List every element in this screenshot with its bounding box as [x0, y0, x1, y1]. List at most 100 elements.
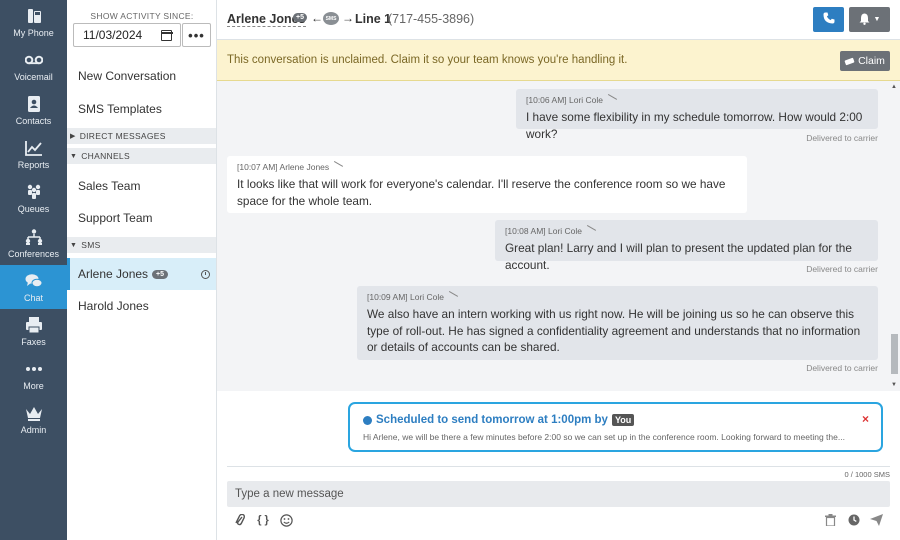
nav-label: Voicemail: [14, 71, 53, 82]
caret-right-icon: ▶: [70, 133, 76, 140]
sms-character-counter: 0 / 1000 SMS: [844, 470, 890, 479]
nav-label: My Phone: [13, 27, 54, 38]
nav-label: More: [23, 381, 44, 392]
nav-rail: My Phone Voicemail Contacts Reports Queu…: [0, 0, 67, 540]
calendar-icon[interactable]: [160, 30, 173, 41]
channel-item-sales-team[interactable]: Sales Team: [67, 170, 216, 202]
message-meta: [10:08 AM] Lori Cole: [505, 226, 583, 236]
sms-icon: SMS: [323, 12, 339, 25]
scroll-down-icon[interactable]: ▼: [891, 382, 897, 388]
line-chart-icon: [23, 139, 45, 157]
emoji-icon[interactable]: [279, 513, 293, 527]
people-group-icon: [23, 183, 45, 201]
unclaimed-banner: This conversation is unclaimed. Claim it…: [217, 40, 900, 81]
line-label: Line 1: [355, 12, 392, 26]
ellipsis-icon: [23, 360, 45, 378]
handshake-icon: [844, 57, 855, 65]
no-signal-icon: [445, 290, 459, 303]
section-label: CHANNELS: [81, 151, 130, 161]
chat-bubbles-icon: [23, 272, 45, 290]
send-icon[interactable]: [869, 513, 883, 527]
crown-icon: [23, 404, 45, 422]
caret-down-icon: ▼: [70, 241, 78, 249]
nav-label: Chat: [23, 292, 43, 303]
clock-icon: [363, 415, 372, 425]
scheduled-preview: Hi Arlene, we will be there a few minute…: [363, 432, 845, 442]
nav-conferences[interactable]: Conferences: [0, 221, 67, 265]
phone-handset-icon: [23, 7, 45, 25]
cancel-scheduled-icon[interactable]: ×: [862, 412, 869, 426]
section-sms[interactable]: ▼ SMS: [67, 237, 216, 253]
message-meta: [10:06 AM] Lori Cole: [526, 95, 604, 105]
notifications-dropdown-button[interactable]: ▼: [849, 7, 890, 32]
message-meta: [10:09 AM] Lori Cole: [367, 292, 445, 302]
message-input[interactable]: [227, 481, 890, 507]
scheduled-by-badge: You: [611, 414, 635, 426]
conversation-header: Arlene Jones +5 ← SMS → Line 1 (717-455-…: [217, 0, 900, 40]
delivery-status: Delivered to carrier: [806, 264, 878, 274]
nav-chat[interactable]: Chat: [0, 265, 67, 310]
bell-icon: [859, 13, 870, 27]
no-signal-icon: [604, 93, 618, 106]
section-channels[interactable]: ▼ CHANNELS: [67, 148, 216, 164]
nav-queues[interactable]: Queues: [0, 177, 67, 221]
claim-label: Claim: [858, 55, 885, 67]
section-label: DIRECT MESSAGES: [79, 131, 166, 141]
claim-button[interactable]: Claim: [840, 51, 890, 71]
message-text: We also have an intern working with us r…: [367, 307, 861, 354]
sms-templates-link[interactable]: SMS Templates: [67, 94, 216, 124]
scheduled-clock-icon: [201, 269, 210, 279]
scroll-up-icon[interactable]: ▲: [891, 84, 897, 90]
nav-reports[interactable]: Reports: [0, 133, 67, 177]
sms-item-arlene-jones[interactable]: Arlene Jones +5: [67, 258, 216, 290]
arrow-right-icon: →: [342, 11, 354, 25]
caret-down-icon: ▼: [70, 152, 78, 160]
nav-label: Admin: [20, 425, 47, 436]
caret-down-icon: ▼: [873, 16, 881, 23]
message-thread[interactable]: [10:06 AM] Lori Cole I have some flexibi…: [217, 81, 900, 391]
message-bubble-outgoing: [10:09 AM] Lori Cole We also have an int…: [357, 286, 878, 360]
nav-label: Conferences: [7, 248, 60, 259]
address-book-icon: [23, 95, 45, 113]
no-signal-icon: [331, 160, 344, 173]
banner-text: This conversation is unclaimed. Claim it…: [227, 54, 628, 66]
activity-since-label: SHOW ACTIVITY SINCE:: [90, 11, 194, 21]
nav-label: Contacts: [15, 115, 52, 126]
scheduled-title-text: Scheduled to send tomorrow at 1:00pm by: [376, 414, 608, 426]
message-bubble-incoming: [10:07 AM] Arlene Jones It looks like th…: [227, 156, 747, 213]
scheduled-message-card[interactable]: Scheduled to send tomorrow at 1:00pm by …: [348, 402, 883, 452]
section-label: SMS: [81, 240, 101, 250]
nav-admin[interactable]: Admin: [0, 398, 67, 442]
nav-contacts[interactable]: Contacts: [0, 88, 67, 132]
template-variables-icon[interactable]: { }: [255, 513, 271, 527]
new-conversation-link[interactable]: New Conversation: [67, 61, 216, 91]
section-direct-messages[interactable]: ▶ DIRECT MESSAGES: [67, 128, 216, 144]
delivery-status: Delivered to carrier: [806, 363, 878, 373]
sitemap-icon: [23, 228, 45, 246]
scrollbar[interactable]: ▲ ▼: [889, 81, 900, 391]
line-number: (717-455-3896): [388, 12, 475, 26]
nav-my-phone[interactable]: My Phone: [0, 0, 67, 44]
paperclip-icon[interactable]: [233, 513, 247, 527]
nav-label: Queues: [17, 204, 50, 215]
nav-faxes[interactable]: Faxes: [0, 309, 67, 353]
channel-item-support-team[interactable]: Support Team: [67, 202, 216, 234]
more-options-button[interactable]: •••: [182, 23, 211, 47]
scheduled-title: Scheduled to send tomorrow at 1:00pm by …: [363, 414, 635, 426]
sms-item-harold-jones[interactable]: Harold Jones: [67, 290, 216, 322]
phone-icon: [823, 12, 835, 27]
message-meta: [10:07 AM] Arlene Jones: [237, 162, 330, 172]
message-bubble-outgoing: [10:08 AM] Lori Cole Great plan! Larry a…: [495, 220, 878, 272]
voicemail-icon: [23, 51, 45, 69]
schedule-clock-icon[interactable]: [847, 513, 861, 527]
activity-since-date-input[interactable]: 11/03/2024: [73, 23, 181, 47]
nav-voicemail[interactable]: Voicemail: [0, 44, 67, 88]
trash-icon[interactable]: [823, 513, 837, 527]
nav-more[interactable]: More: [0, 354, 67, 398]
call-button[interactable]: [813, 7, 844, 32]
fax-icon: [23, 316, 45, 334]
scrollbar-thumb[interactable]: [891, 334, 898, 374]
divider: [227, 466, 890, 467]
conversation-name: Arlene Jones: [78, 267, 149, 281]
nav-label: Reports: [17, 160, 50, 171]
